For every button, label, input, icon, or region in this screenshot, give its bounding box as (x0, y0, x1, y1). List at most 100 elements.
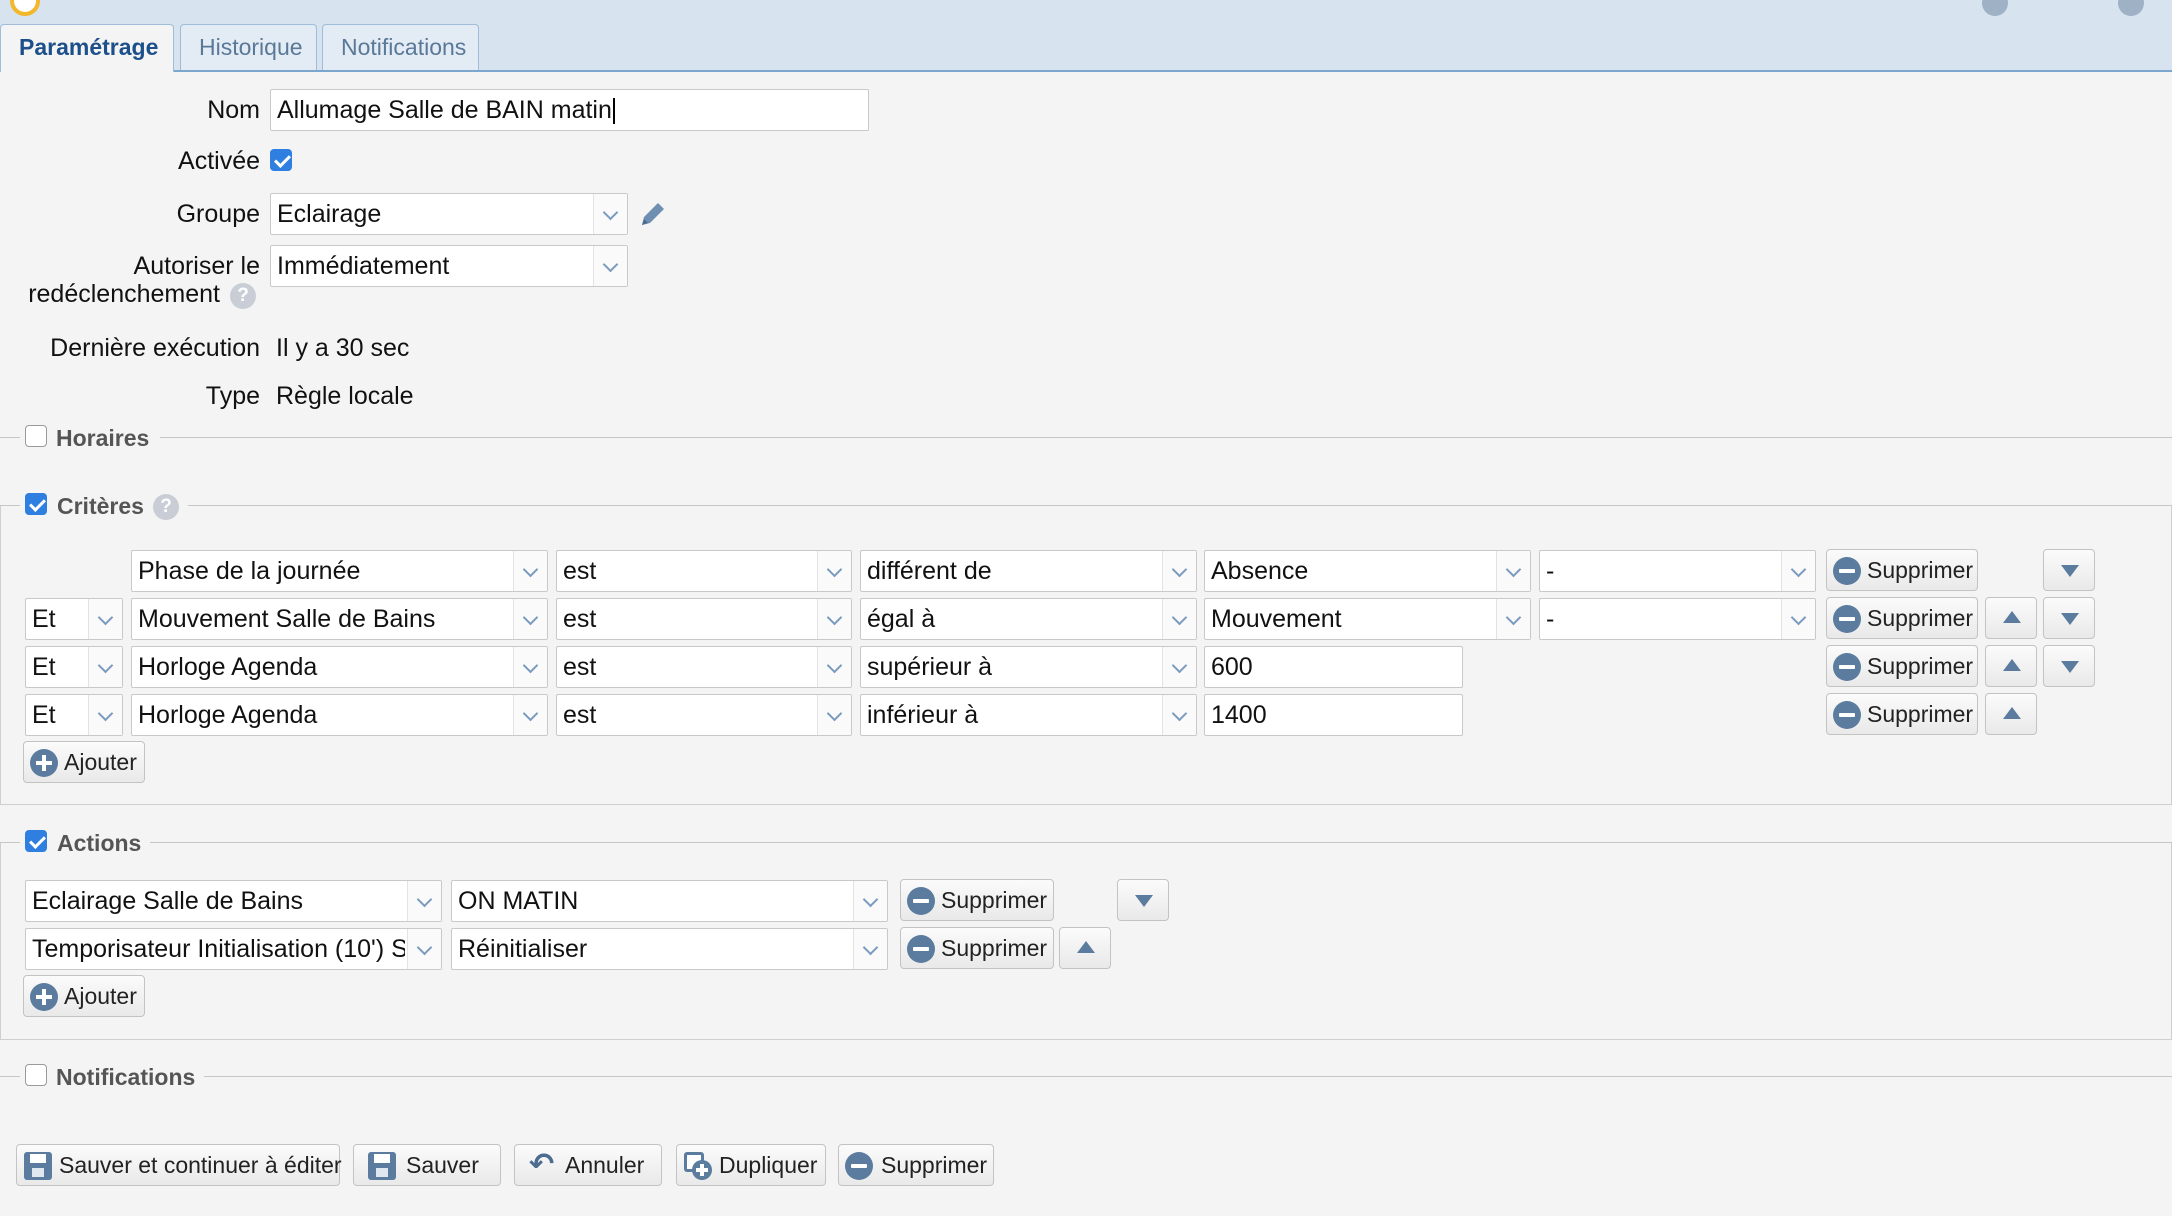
tab-parametrage[interactable]: Paramétrage (0, 24, 174, 72)
criteria-operator-select[interactable]: Et (25, 694, 123, 736)
duplicate-button[interactable]: Dupliquer (676, 1144, 826, 1186)
chevron-down-icon[interactable] (513, 647, 547, 687)
chevron-down-icon[interactable] (817, 695, 851, 735)
nom-input[interactable]: Allumage Salle de BAIN matin (270, 89, 869, 131)
criteria-delete-button[interactable]: Supprimer (1826, 693, 1978, 735)
criteria-value-value: Absence (1211, 557, 1309, 585)
criteria-subject-select[interactable]: Horloge Agenda (131, 646, 548, 688)
notifications-checkbox[interactable] (25, 1064, 47, 1086)
chevron-down-icon[interactable] (1162, 695, 1196, 735)
criteria-verb-select[interactable]: est (556, 598, 852, 640)
criteria-verb-select[interactable]: est (556, 550, 852, 592)
activee-checkbox[interactable] (270, 149, 292, 171)
criteria-add-button[interactable]: Ajouter (23, 741, 145, 783)
delete-rule-button[interactable]: Supprimer (838, 1144, 994, 1186)
horaires-checkbox[interactable] (25, 425, 47, 447)
criteria-add-label: Ajouter (64, 749, 137, 775)
cancel-button[interactable]: ↶ Annuler (514, 1144, 662, 1186)
criteria-comparator-select[interactable]: égal à (860, 598, 1197, 640)
chevron-down-icon[interactable] (1162, 647, 1196, 687)
criteria-subject-value: Mouvement Salle de Bains (138, 605, 436, 633)
criteria-value-select[interactable]: Mouvement (1204, 598, 1531, 640)
groupe-select[interactable]: Eclairage (270, 193, 628, 235)
chevron-down-icon[interactable] (1162, 551, 1196, 591)
chevron-down-icon[interactable] (1162, 599, 1196, 639)
arrow-down-icon (2061, 661, 2079, 673)
action-device-select[interactable]: Temporisateur Initialisation (10') Salle… (25, 928, 442, 970)
move-up-button[interactable] (1985, 597, 2037, 639)
arrow-up-icon (2003, 659, 2021, 671)
criteria-comparator-select[interactable]: supérieur à (860, 646, 1197, 688)
move-down-button[interactable] (2043, 645, 2095, 687)
arrow-down-icon (2061, 613, 2079, 625)
chevron-down-icon[interactable] (1496, 599, 1530, 639)
user-icon[interactable] (1982, 0, 2008, 16)
chevron-down-icon[interactable] (1496, 551, 1530, 591)
action-delete-button[interactable]: Supprimer (900, 879, 1054, 921)
chevron-down-icon[interactable] (88, 647, 122, 687)
text-cursor (612, 98, 615, 125)
criteria-value-input[interactable]: 1400 (1204, 694, 1463, 736)
chevron-down-icon[interactable] (407, 881, 441, 921)
chevron-down-icon[interactable] (513, 599, 547, 639)
criteria-comparator-select[interactable]: différent de (860, 550, 1197, 592)
chevron-down-icon[interactable] (853, 881, 887, 921)
action-command-select[interactable]: ON MATIN (451, 880, 888, 922)
actions-checkbox[interactable] (25, 830, 47, 852)
chevron-down-icon[interactable] (513, 551, 547, 591)
criteria-extra-select[interactable]: - (1539, 598, 1816, 640)
chevron-down-icon[interactable] (817, 551, 851, 591)
chevron-down-icon[interactable] (817, 599, 851, 639)
criteria-extra-select[interactable]: - (1539, 550, 1816, 592)
action-device-select[interactable]: Eclairage Salle de Bains (25, 880, 442, 922)
move-up-button[interactable] (1985, 645, 2037, 687)
criteria-subject-select[interactable]: Mouvement Salle de Bains (131, 598, 548, 640)
actions-add-button[interactable]: Ajouter (23, 975, 145, 1017)
criteria-delete-button[interactable]: Supprimer (1826, 645, 1978, 687)
move-up-button[interactable] (1985, 693, 2037, 735)
move-down-button[interactable] (1117, 879, 1169, 921)
criteres-checkbox[interactable] (25, 493, 47, 515)
chevron-down-icon[interactable] (593, 194, 627, 234)
help-icon[interactable]: ? (230, 283, 256, 309)
criteria-verb-value: est (563, 653, 597, 681)
tab-notifications[interactable]: Notifications (322, 24, 479, 70)
chevron-down-icon[interactable] (407, 929, 441, 969)
redeclenchement-select-value: Immédiatement (277, 252, 450, 280)
chevron-down-icon[interactable] (88, 599, 122, 639)
chevron-down-icon[interactable] (853, 929, 887, 969)
criteria-comparator-select[interactable]: inférieur à (860, 694, 1197, 736)
tab-historique[interactable]: Historique (180, 24, 317, 70)
redeclenchement-select[interactable]: Immédiatement (270, 245, 628, 287)
pencil-edit-icon[interactable] (636, 197, 670, 231)
chevron-down-icon[interactable] (817, 647, 851, 687)
help-icon[interactable]: ? (153, 494, 179, 520)
divider (188, 505, 2172, 506)
criteria-subject-select[interactable]: Horloge Agenda (131, 694, 548, 736)
criteria-verb-select[interactable]: est (556, 646, 852, 688)
criteria-comparator-value: différent de (867, 557, 992, 585)
criteria-value-input[interactable]: 600 (1204, 646, 1463, 688)
floppy-disk-icon (24, 1152, 52, 1180)
move-down-button[interactable] (2043, 597, 2095, 639)
criteria-operator-select[interactable]: Et (25, 646, 123, 688)
criteria-value-select[interactable]: Absence (1204, 550, 1531, 592)
chevron-down-icon[interactable] (1781, 551, 1815, 591)
criteria-delete-button[interactable]: Supprimer (1826, 549, 1978, 591)
save-button[interactable]: Sauver (353, 1144, 501, 1186)
chevron-down-icon[interactable] (88, 695, 122, 735)
move-up-button[interactable] (1059, 927, 1111, 969)
chevron-down-icon[interactable] (513, 695, 547, 735)
criteria-verb-select[interactable]: est (556, 694, 852, 736)
gear-icon[interactable] (2118, 0, 2144, 16)
criteria-delete-button[interactable]: Supprimer (1826, 597, 1978, 639)
move-down-button[interactable] (2043, 549, 2095, 591)
action-delete-button[interactable]: Supprimer (900, 927, 1054, 969)
criteria-subject-select[interactable]: Phase de la journée (131, 550, 548, 592)
chevron-down-icon[interactable] (593, 246, 627, 286)
criteria-operator-select[interactable]: Et (25, 598, 123, 640)
action-command-select[interactable]: Réinitialiser (451, 928, 888, 970)
chevron-down-icon[interactable] (1781, 599, 1815, 639)
criteria-delete-label: Supprimer (1867, 653, 1974, 679)
save-and-continue-button[interactable]: Sauver et continuer à éditer (16, 1144, 342, 1186)
